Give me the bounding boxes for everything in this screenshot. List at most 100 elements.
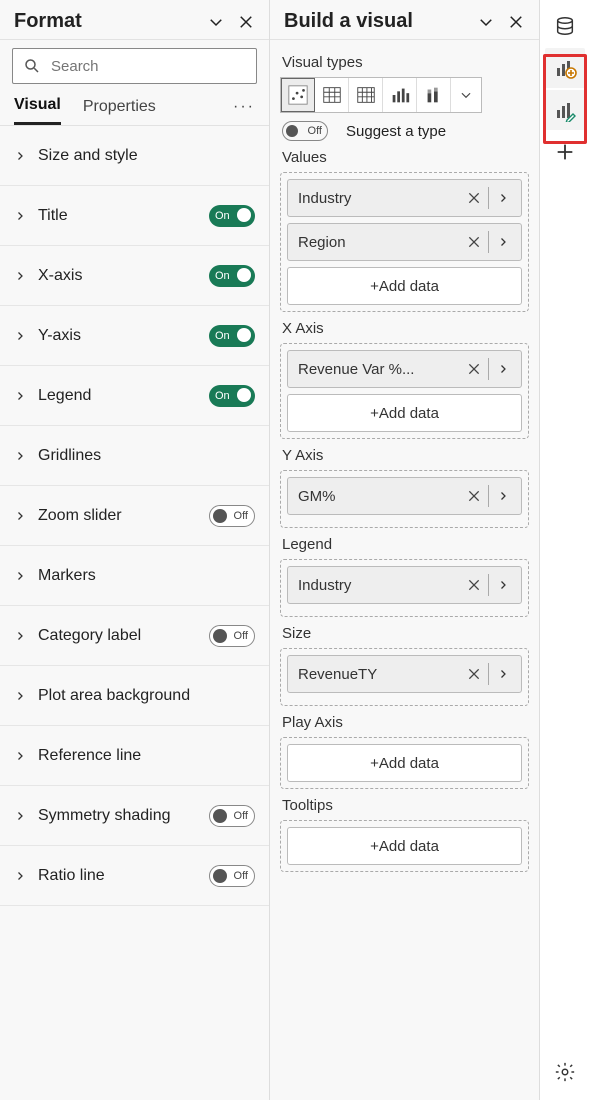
settings-icon[interactable] <box>545 1052 585 1092</box>
add-data-button[interactable]: +Add data <box>287 267 522 305</box>
format-card-y-axis[interactable]: Y-axisOn <box>0 306 269 366</box>
add-visual-icon[interactable] <box>545 132 585 172</box>
chevron-right-icon <box>14 330 28 342</box>
field-pill[interactable]: Revenue Var %... <box>287 350 522 388</box>
add-data-button[interactable]: +Add data <box>287 827 522 865</box>
chevron-right-icon <box>14 870 28 882</box>
chevron-right-icon <box>14 270 28 282</box>
data-pane-icon[interactable] <box>545 6 585 46</box>
field-well-tooltips[interactable]: +Add data <box>280 820 529 872</box>
field-well-legend[interactable]: Industry <box>280 559 529 617</box>
toggle-on[interactable]: On <box>209 265 255 287</box>
format-card-title[interactable]: Title On <box>0 186 269 246</box>
field-well-values[interactable]: Industry Region +Add data <box>280 172 529 312</box>
format-card-ratio-line[interactable]: Ratio line Off <box>0 846 269 906</box>
format-pane: Format Visual Properties ··· <box>0 0 270 1100</box>
collapse-icon[interactable] <box>475 11 497 33</box>
format-card-label: X-axis <box>38 267 199 285</box>
more-options-icon[interactable]: ··· <box>233 98 255 124</box>
format-tabs: Visual Properties ··· <box>0 92 269 126</box>
format-card-zoom-slider[interactable]: Zoom slider Off <box>0 486 269 546</box>
format-card-markers[interactable]: Markers <box>0 546 269 606</box>
remove-field-icon[interactable] <box>462 234 486 250</box>
add-data-button[interactable]: +Add data <box>287 744 522 782</box>
field-pill[interactable]: Industry <box>287 179 522 217</box>
collapse-icon[interactable] <box>205 11 227 33</box>
chevron-right-icon <box>14 630 28 642</box>
format-card-label: Legend <box>38 387 199 405</box>
visual-type-table[interactable] <box>315 78 349 112</box>
field-menu-icon[interactable] <box>491 490 515 502</box>
format-card-plot-area-background[interactable]: Plot area background <box>0 666 269 726</box>
remove-field-icon[interactable] <box>462 666 486 682</box>
format-visual-icon[interactable] <box>545 90 585 130</box>
toggle-off[interactable]: Off <box>209 805 255 827</box>
format-card-x-axis[interactable]: X-axis On <box>0 246 269 306</box>
field-menu-icon[interactable] <box>491 192 515 204</box>
well-label-x-axis: X Axis <box>282 320 527 337</box>
toggle-on[interactable]: On <box>209 325 255 347</box>
format-card-category-label[interactable]: Category label Off <box>0 606 269 666</box>
format-card-symmetry-shading[interactable]: Symmetry shading Off <box>0 786 269 846</box>
close-icon[interactable] <box>235 11 257 33</box>
format-card-label: Size and style <box>38 147 255 165</box>
visual-types-picker <box>280 77 482 113</box>
field-well-size[interactable]: RevenueTY <box>280 648 529 706</box>
field-menu-icon[interactable] <box>491 579 515 591</box>
format-card-legend[interactable]: Legend On <box>0 366 269 426</box>
toggle-off[interactable]: Off <box>209 865 255 887</box>
format-card-label: Ratio line <box>38 867 199 885</box>
toggle-on[interactable]: On <box>209 205 255 227</box>
well-label-play-axis: Play Axis <box>282 714 527 731</box>
format-card-size-and-style[interactable]: Size and style <box>0 126 269 186</box>
field-pill[interactable]: RevenueTY <box>287 655 522 693</box>
field-pill[interactable]: Industry <box>287 566 522 604</box>
tab-properties[interactable]: Properties <box>83 98 156 124</box>
search-input[interactable] <box>49 57 252 76</box>
right-sidebar <box>540 0 590 1100</box>
remove-field-icon[interactable] <box>462 577 486 593</box>
field-menu-icon[interactable] <box>491 668 515 680</box>
format-card-label: Markers <box>38 567 255 585</box>
visual-type-scatter[interactable] <box>281 78 315 112</box>
toggle-off[interactable]: Off <box>209 625 255 647</box>
toggle-on[interactable]: On <box>209 385 255 407</box>
field-label: GM% <box>298 488 462 505</box>
build-visual-icon[interactable] <box>545 48 585 88</box>
format-card-reference-line[interactable]: Reference line <box>0 726 269 786</box>
tab-visual[interactable]: Visual <box>14 96 61 125</box>
search-input-wrapper[interactable] <box>12 48 257 84</box>
format-card-label: Plot area background <box>38 687 255 705</box>
field-menu-icon[interactable] <box>491 236 515 248</box>
chevron-right-icon <box>14 570 28 582</box>
visual-type-bar-stacked[interactable] <box>417 78 451 112</box>
field-label: Revenue Var %... <box>298 361 462 378</box>
format-card-label: Title <box>38 207 199 225</box>
field-pill[interactable]: Region <box>287 223 522 261</box>
format-card-label: Zoom slider <box>38 507 199 525</box>
format-card-label: Category label <box>38 627 199 645</box>
format-card-gridlines[interactable]: Gridlines <box>0 426 269 486</box>
build-header: Build a visual <box>270 0 539 40</box>
build-pane: Build a visual Visual types <box>270 0 540 1100</box>
add-data-button[interactable]: +Add data <box>287 394 522 432</box>
field-pill[interactable]: GM% <box>287 477 522 515</box>
suggest-type-toggle[interactable]: Off <box>282 121 328 141</box>
field-well-x-axis[interactable]: Revenue Var %... +Add data <box>280 343 529 439</box>
field-well-y-axis[interactable]: GM% <box>280 470 529 528</box>
visual-types-more[interactable] <box>451 78 481 112</box>
chevron-right-icon <box>14 510 28 522</box>
format-card-label: Symmetry shading <box>38 807 199 825</box>
chevron-right-icon <box>14 390 28 402</box>
field-well-play-axis[interactable]: +Add data <box>280 737 529 789</box>
toggle-off[interactable]: Off <box>209 505 255 527</box>
visual-type-matrix[interactable] <box>349 78 383 112</box>
chevron-right-icon <box>14 750 28 762</box>
visual-type-bar-clustered[interactable] <box>383 78 417 112</box>
remove-field-icon[interactable] <box>462 361 486 377</box>
field-menu-icon[interactable] <box>491 363 515 375</box>
remove-field-icon[interactable] <box>462 488 486 504</box>
close-icon[interactable] <box>505 11 527 33</box>
remove-field-icon[interactable] <box>462 190 486 206</box>
chevron-right-icon <box>14 150 28 162</box>
